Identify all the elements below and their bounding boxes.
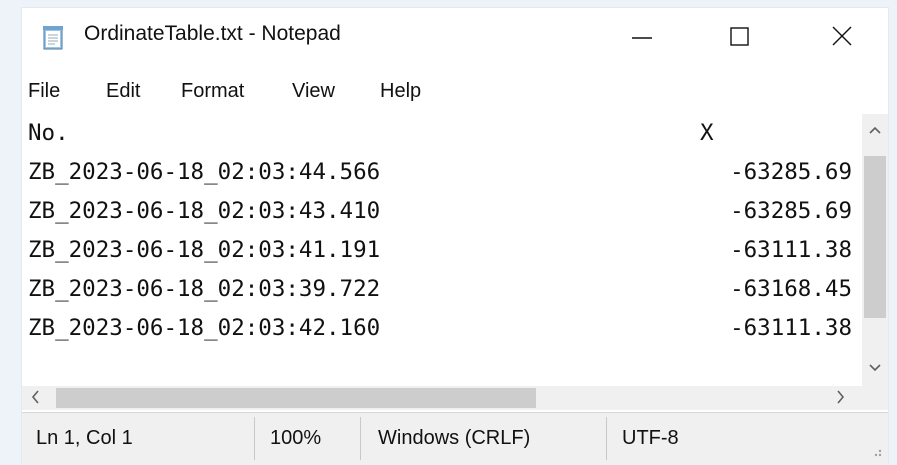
title-bar[interactable]: OrdinateTable.txt - Notepad: [22, 8, 888, 64]
record-id: ZB_2023-06-18_02:03:39.722: [28, 276, 381, 302]
resize-grip-icon[interactable]: [864, 439, 884, 459]
scroll-up-icon[interactable]: [868, 122, 882, 138]
status-bar: Ln 1, Col 1 100% Windows (CRLF) UTF-8: [22, 412, 888, 464]
minimize-icon: [632, 37, 652, 39]
menu-help[interactable]: Help: [380, 80, 421, 103]
record-id: ZB_2023-06-18_02:03:44.566: [28, 159, 381, 185]
notepad-window: OrdinateTable.txt - Notepad File Edit Fo…: [22, 8, 888, 464]
column-header-no: No.: [28, 120, 69, 146]
text-line: ZB_2023-06-18_02:03:43.410 -63285.69: [28, 198, 858, 230]
maximize-button[interactable]: [710, 8, 770, 60]
horizontal-scrollbar[interactable]: [22, 386, 862, 410]
text-line: ZB_2023-06-18_02:03:41.191 -63111.38: [28, 237, 858, 269]
record-id: ZB_2023-06-18_02:03:43.410: [28, 198, 381, 224]
record-x-value: -63111.38: [730, 237, 852, 263]
close-button[interactable]: [812, 8, 872, 60]
menu-file[interactable]: File: [28, 80, 60, 103]
scrollbar-corner: [862, 386, 888, 410]
text-line: ZB_2023-06-18_02:03:39.722 -63168.45: [28, 276, 858, 308]
menu-edit[interactable]: Edit: [106, 80, 140, 103]
close-icon: [832, 26, 852, 46]
header-line: No. X: [28, 120, 858, 152]
text-line: ZB_2023-06-18_02:03:44.566 -63285.69: [28, 159, 858, 191]
scroll-right-icon[interactable]: [836, 389, 846, 408]
maximize-icon: [730, 27, 749, 46]
text-line: ZB_2023-06-18_02:03:42.160 -63111.38: [28, 315, 858, 347]
record-x-value: -63285.69: [730, 159, 852, 185]
status-divider: [254, 417, 255, 460]
status-divider: [360, 417, 361, 460]
menu-view[interactable]: View: [292, 80, 335, 103]
text-editor[interactable]: No. X ZB_2023-06-18_02:03:44.566 -63285.…: [22, 114, 862, 386]
vertical-scroll-thumb[interactable]: [864, 156, 886, 318]
vertical-scrollbar[interactable]: [862, 114, 888, 386]
line-ending: Windows (CRLF): [378, 427, 531, 449]
record-x-value: -63168.45: [730, 276, 852, 302]
status-divider: [606, 417, 607, 460]
menu-bar: File Edit Format View Help: [22, 74, 888, 114]
horizontal-scroll-thumb[interactable]: [56, 388, 536, 408]
menu-format[interactable]: Format: [181, 80, 244, 103]
column-header-x: X: [700, 120, 714, 146]
record-x-value: -63111.38: [730, 315, 852, 341]
notepad-icon: [40, 24, 66, 50]
scroll-left-icon[interactable]: [30, 389, 40, 408]
window-title: OrdinateTable.txt - Notepad: [84, 22, 341, 45]
record-id: ZB_2023-06-18_02:03:42.160: [28, 315, 381, 341]
zoom-level: 100%: [270, 427, 322, 449]
encoding: UTF-8: [622, 427, 679, 449]
cursor-position: Ln 1, Col 1: [36, 427, 133, 449]
record-x-value: -63285.69: [730, 198, 852, 224]
scroll-down-icon[interactable]: [868, 360, 882, 376]
minimize-button[interactable]: [612, 8, 672, 60]
record-id: ZB_2023-06-18_02:03:41.191: [28, 237, 381, 263]
